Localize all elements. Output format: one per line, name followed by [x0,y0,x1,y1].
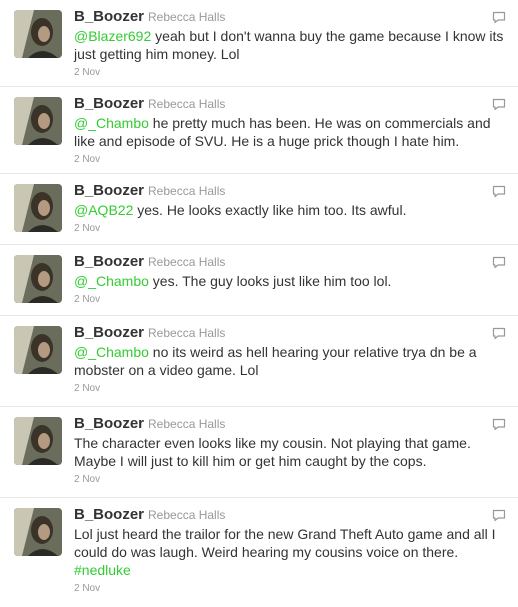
screen-name[interactable]: B_Boozer [74,324,144,341]
avatar[interactable] [14,326,62,374]
tweet[interactable]: B_Boozer Rebecca Halls Lol just heard the… [0,498,518,607]
mention-link[interactable]: @_Chambo [74,115,149,131]
avatar[interactable] [14,184,62,232]
tweet-text: @Blazer692 yeah but I don't wanna buy th… [74,27,508,63]
tweet-text: The character even looks like my cousin.… [74,434,508,470]
speech-bubble-icon[interactable] [492,509,506,522]
full-name: Rebecca Halls [148,508,226,522]
screen-name[interactable]: B_Boozer [74,415,144,432]
full-name: Rebecca Halls [148,255,226,269]
avatar[interactable] [14,417,62,465]
timestamp[interactable]: 2 Nov [74,66,508,80]
screen-name[interactable]: B_Boozer [74,253,144,270]
full-name: Rebecca Halls [148,417,226,431]
tweet[interactable]: B_Boozer Rebecca Halls @_Chambo no its we… [0,316,518,407]
speech-bubble-icon[interactable] [492,11,506,24]
tweet-body: yes. The guy looks just like him too lol… [148,273,392,289]
tweet[interactable]: B_Boozer Rebecca Halls @AQB22 yes. He loo… [0,174,518,245]
timestamp[interactable]: 2 Nov [74,473,508,487]
mention-link[interactable]: @_Chambo [74,344,149,360]
speech-bubble-icon[interactable] [492,256,506,269]
full-name: Rebecca Halls [148,97,226,111]
full-name: Rebecca Halls [148,326,226,340]
tweet-body: The character even looks like my cousin.… [74,435,471,469]
timestamp[interactable]: 2 Nov [74,582,508,596]
tweet-text: @_Chambo yes. The guy looks just like hi… [74,272,508,290]
hashtag-link[interactable]: #nedluke [74,562,131,578]
tweet[interactable]: B_Boozer Rebecca Halls @_Chambo yes. The … [0,245,518,316]
speech-bubble-icon[interactable] [492,98,506,111]
timestamp[interactable]: 2 Nov [74,153,508,167]
speech-bubble-icon[interactable] [492,418,506,431]
mention-link[interactable]: @AQB22 [74,202,133,218]
tweet-text: Lol just heard the trailor for the new G… [74,525,508,579]
tweet-body: Lol just heard the trailor for the new G… [74,526,496,560]
mention-link[interactable]: @Blazer692 [74,28,151,44]
screen-name[interactable]: B_Boozer [74,506,144,523]
avatar[interactable] [14,508,62,556]
tweet[interactable]: B_Boozer Rebecca Halls @_Chambo he pretty… [0,87,518,174]
tweet-text: @_Chambo no its weird as hell hearing yo… [74,343,508,379]
avatar[interactable] [14,255,62,303]
tweet-text: @AQB22 yes. He looks exactly like him to… [74,201,508,219]
speech-bubble-icon[interactable] [492,185,506,198]
avatar[interactable] [14,97,62,145]
timestamp[interactable]: 2 Nov [74,293,508,307]
tweet-timeline: B_Boozer Rebecca Halls @Blazer692 yeah bu… [0,0,518,607]
mention-link[interactable]: @_Chambo [74,273,149,289]
screen-name[interactable]: B_Boozer [74,95,144,112]
speech-bubble-icon[interactable] [492,327,506,340]
screen-name[interactable]: B_Boozer [74,8,144,25]
screen-name[interactable]: B_Boozer [74,182,144,199]
full-name: Rebecca Halls [148,184,226,198]
full-name: Rebecca Halls [148,10,226,24]
timestamp[interactable]: 2 Nov [74,382,508,396]
tweet[interactable]: B_Boozer Rebecca Halls The character even… [0,407,518,498]
tweet-text: @_Chambo he pretty much has been. He was… [74,114,508,150]
tweet-body: yes. He looks exactly like him too. Its … [133,202,407,218]
timestamp[interactable]: 2 Nov [74,222,508,236]
tweet[interactable]: B_Boozer Rebecca Halls @Blazer692 yeah bu… [0,0,518,87]
avatar[interactable] [14,10,62,58]
